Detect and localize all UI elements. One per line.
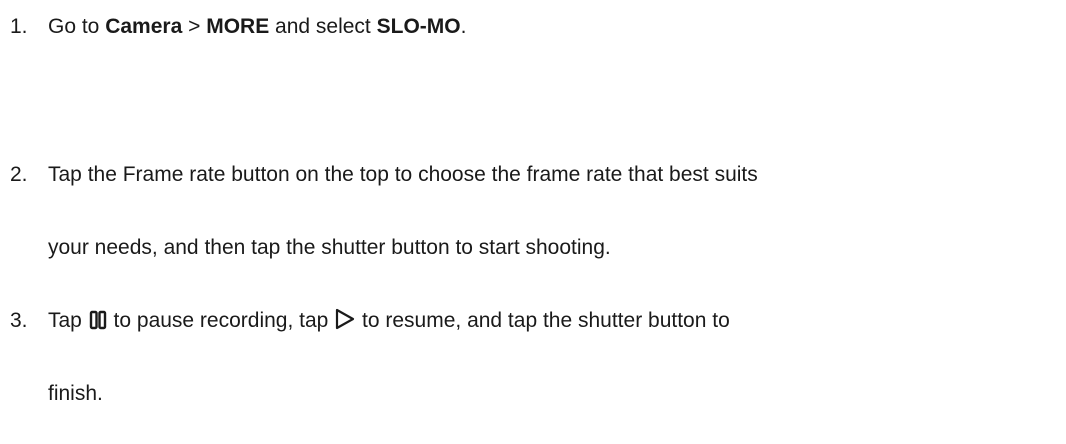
ui-term-camera: Camera (105, 15, 183, 38)
step-text: Go to Camera > MORE and select SLO-MO. (48, 14, 466, 40)
text-segment: to resume, and tap the shutter button to (356, 309, 730, 332)
text-segment: Tap (48, 309, 88, 332)
step-number: 1. (10, 15, 28, 38)
text-segment: . (460, 15, 467, 38)
text-segment: to pause recording, tap (107, 309, 335, 332)
step-text-line-1: Tap to pause recording, tap to resume, a… (48, 308, 730, 337)
step-text-line-2: your needs, and then tap the shutter but… (48, 236, 611, 259)
ui-term-slo-mo: SLO-MO (376, 15, 461, 38)
step-number: 2. (10, 163, 28, 186)
step-text-line-2: finish. (48, 382, 103, 405)
ui-term-more: MORE (206, 15, 270, 38)
step-number: 3. (10, 309, 28, 332)
instruction-steps: 1. Go to Camera > MORE and select SLO-MO… (0, 0, 1066, 444)
text-segment: > (182, 15, 207, 38)
pause-icon (88, 310, 108, 337)
text-segment: and select (269, 15, 377, 38)
text-segment: Go to (48, 15, 106, 38)
step-text-line-1: Tap the Frame rate button on the top to … (48, 163, 758, 186)
play-icon (334, 308, 356, 337)
